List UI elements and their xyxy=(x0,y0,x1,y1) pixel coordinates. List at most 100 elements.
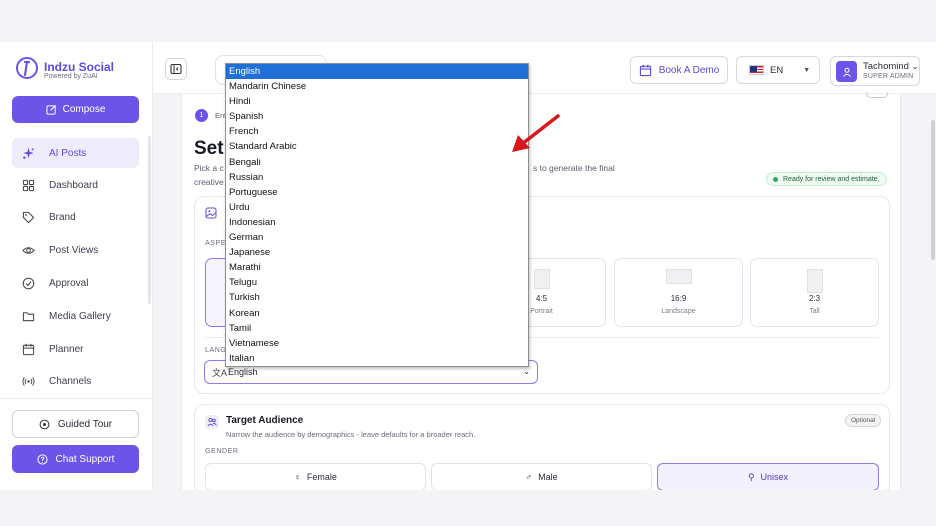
gender-option-male[interactable]: ♂ Male xyxy=(431,463,652,491)
tag-icon xyxy=(22,211,35,223)
language-option[interactable]: Bengali xyxy=(226,155,528,170)
language-option[interactable]: Marathi xyxy=(226,260,528,275)
powered-by: Powered by ZuAI xyxy=(44,73,98,80)
user-menu[interactable]: Tachomind ⌄ SUPER ADMIN xyxy=(830,56,920,86)
help-icon xyxy=(36,453,48,465)
aspect-option-2-3[interactable]: 2:3 Tall xyxy=(750,258,879,327)
language-option[interactable]: Indonesian xyxy=(226,215,528,230)
chevron-down-icon: ⌄ xyxy=(911,62,919,71)
language-option[interactable]: Standard Arabic xyxy=(226,139,528,154)
language-option[interactable]: Spanish xyxy=(226,109,528,124)
page-description-line2: creative xyxy=(194,177,224,187)
unisex-icon: ⚲ xyxy=(747,471,755,482)
language-option[interactable]: Hindi xyxy=(226,94,528,109)
sidebar-divider xyxy=(0,398,152,399)
folder-icon xyxy=(22,311,35,321)
gender-label: GENDER xyxy=(205,448,239,455)
aspect-option-16-9[interactable]: 16:9 Landscape xyxy=(614,258,743,327)
sidebar-item-label: Media Gallery xyxy=(49,310,111,322)
sidebar-item-approval[interactable]: Approval xyxy=(12,268,139,298)
guided-tour-button[interactable]: Guided Tour xyxy=(12,410,139,438)
aspect-sub: Landscape xyxy=(661,308,696,315)
language-option[interactable]: Tamil xyxy=(226,321,528,336)
language-option[interactable]: Vietnamese xyxy=(226,336,528,351)
sidebar-item-label: Brand xyxy=(49,211,76,223)
collapse-handle[interactable] xyxy=(866,92,888,98)
language-option[interactable]: English xyxy=(226,64,528,80)
language-option[interactable]: German xyxy=(226,230,528,245)
eye-icon xyxy=(22,246,35,254)
gender-label-text: Male xyxy=(538,472,558,482)
language-option[interactable]: Mandarin Chinese xyxy=(226,79,528,94)
chat-support-button[interactable]: Chat Support xyxy=(12,445,139,473)
sidebar-item-media-gallery[interactable]: Media Gallery xyxy=(12,301,139,331)
sidebar-item-channels[interactable]: Channels xyxy=(12,366,139,396)
chat-support-label: Chat Support xyxy=(55,453,115,465)
gender-option-unisex[interactable]: ⚲ Unisex xyxy=(657,463,879,491)
sidebar-item-label: Post Views xyxy=(49,244,99,256)
grid-icon xyxy=(22,179,35,191)
sidebar-item-label: Dashboard xyxy=(49,179,98,191)
page-title: Set xyxy=(194,138,224,159)
book-demo-button[interactable]: Book A Demo xyxy=(630,56,728,84)
audience-title: Target Audience xyxy=(226,415,304,426)
sidebar-scrollbar[interactable] xyxy=(148,136,151,304)
sidebar: Indzu Social Powered by ZuAI Compose AI … xyxy=(0,42,153,490)
sidebar-item-brand[interactable]: Brand xyxy=(12,202,139,232)
annotation-arrow-icon xyxy=(512,114,560,152)
language-option[interactable]: Portuguese xyxy=(226,185,528,200)
language-dropdown-list[interactable]: English Mandarin Chinese Hindi Spanish F… xyxy=(225,63,529,367)
broadcast-icon xyxy=(22,376,35,386)
language-option[interactable]: Turkish xyxy=(226,290,528,305)
page-scrollbar[interactable] xyxy=(931,120,935,260)
avatar xyxy=(836,61,857,82)
male-icon: ♂ xyxy=(525,472,533,482)
user-name: Tachomind ⌄ xyxy=(863,61,919,72)
compose-label: Compose xyxy=(62,104,106,115)
sidebar-item-post-views[interactable]: Post Views xyxy=(12,235,139,265)
sidebar-item-dashboard[interactable]: Dashboard xyxy=(12,170,139,200)
gender-label-text: Unisex xyxy=(760,472,789,482)
language-option[interactable]: Urdu xyxy=(226,200,528,215)
aspect-value: 2:3 xyxy=(808,294,821,303)
language-option[interactable]: Korean xyxy=(226,306,528,321)
sidebar-item-label: AI Posts xyxy=(49,147,87,159)
top-margin xyxy=(0,0,936,42)
logo-icon xyxy=(16,57,38,79)
chevron-down-icon: ⌄ xyxy=(523,367,530,376)
page-description-tail: s to generate the final xyxy=(533,163,615,173)
language-option[interactable]: Russian xyxy=(226,170,528,185)
location-icon xyxy=(39,419,50,429)
language-option[interactable]: Japanese xyxy=(226,245,528,260)
sidebar-item-ai-posts[interactable]: AI Posts xyxy=(12,138,139,168)
aspect-ratio-label: ASPE xyxy=(205,240,227,247)
language-option[interactable]: Italian xyxy=(226,351,528,366)
tall-glyph-icon xyxy=(806,269,823,293)
gender-option-female[interactable]: ♀ Female xyxy=(205,463,426,491)
sidebar-item-label: Channels xyxy=(49,375,92,387)
optional-badge: Optional xyxy=(845,414,882,427)
users-icon xyxy=(205,415,219,429)
language-select-value: English xyxy=(228,367,258,377)
sidebar-item-planner[interactable]: Planner xyxy=(12,334,139,364)
language-code: EN xyxy=(770,64,784,76)
calendar-icon xyxy=(639,64,651,76)
check-circle-icon xyxy=(22,277,35,289)
page-description: Pick a c xyxy=(194,163,224,173)
brand-name: Indzu Social xyxy=(44,60,115,74)
language-option[interactable]: French xyxy=(226,124,528,139)
portrait-glyph-icon xyxy=(533,269,550,289)
aspect-value: 16:9 xyxy=(670,294,687,303)
compose-button[interactable]: Compose xyxy=(12,96,139,123)
gender-label-text: Female xyxy=(306,472,337,482)
female-icon: ♀ xyxy=(294,472,301,482)
user-icon xyxy=(842,67,851,77)
sidebar-item-label: Planner xyxy=(49,343,84,355)
language-option[interactable]: Telugu xyxy=(226,275,528,290)
edit-icon xyxy=(46,104,56,115)
language-switcher[interactable]: EN ▼ xyxy=(736,56,820,84)
sidebar-toggle-button[interactable] xyxy=(165,58,187,80)
landscape-glyph-icon xyxy=(665,269,692,284)
audience-subtitle: Narrow the audience by demographics - le… xyxy=(226,430,476,439)
aspect-sub: Tall xyxy=(809,308,820,315)
